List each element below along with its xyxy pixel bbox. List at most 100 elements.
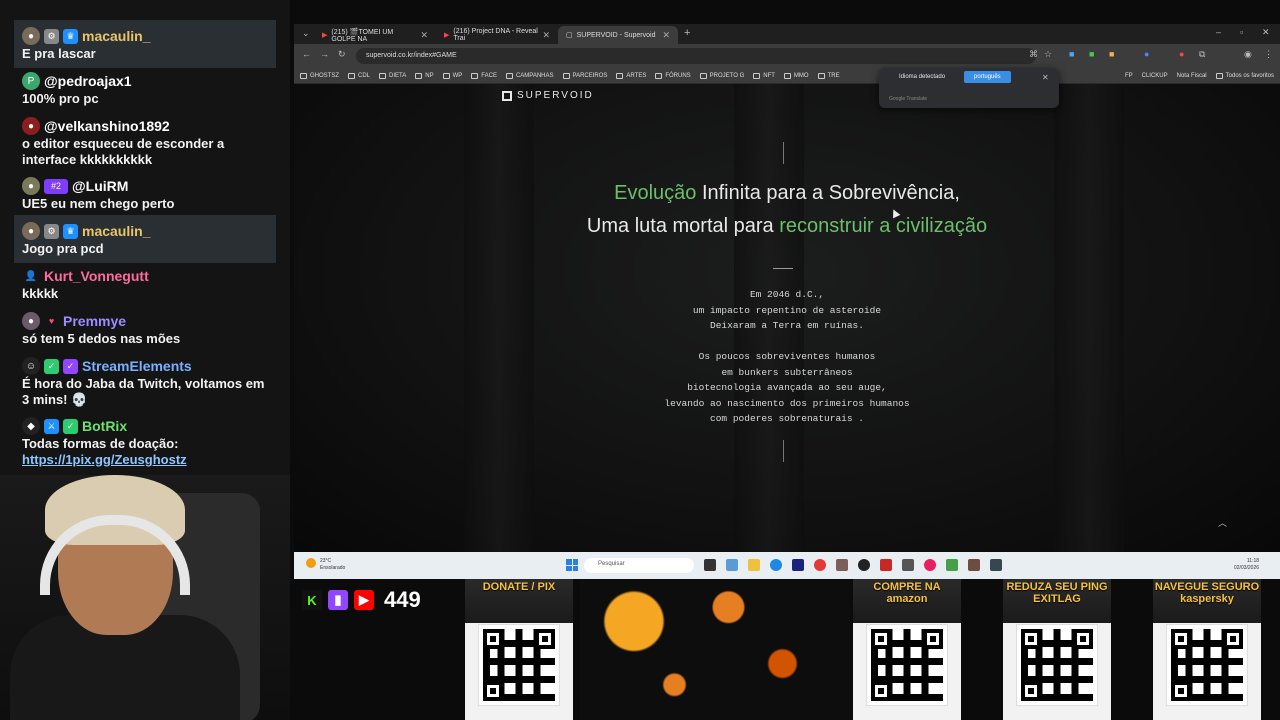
chat-username[interactable]: BotRix (82, 418, 127, 434)
forward-icon[interactable]: → (320, 49, 329, 59)
translate-icon[interactable]: ⌘ (1029, 49, 1038, 60)
url-field[interactable]: supervoid.co.kr/index#GAME (356, 48, 1036, 64)
bookmark-item[interactable]: Nota Fiscal (1177, 73, 1207, 79)
avatar: P (22, 72, 40, 90)
folder-icon (753, 72, 761, 79)
panel-title: REDUZA SEU PING EXITLAG (1006, 581, 1108, 605)
tab-supervoid[interactable]: ▢ SUPERVOID - Supervoid ✕ (558, 26, 678, 44)
bookmark-item[interactable]: FP (1125, 73, 1133, 79)
task-view-icon[interactable] (704, 559, 716, 571)
tab-video-1[interactable]: ▶ (215) 🎬TOMEI UM GOLPE NA ✕ (314, 26, 436, 44)
tab-video-2[interactable]: ▶ (216) Project DNA - Reveal Trai ✕ (436, 26, 558, 44)
extension-icon[interactable]: ● (1144, 49, 1149, 59)
extensions-icon[interactable]: ⧉ (1199, 49, 1205, 60)
paint-splash-art (580, 579, 850, 720)
extension-icon[interactable]: ■ (1109, 49, 1114, 59)
decorative-line (783, 440, 784, 462)
obs-icon[interactable] (858, 559, 870, 571)
chat-text: só tem 5 dedos nas mões (22, 331, 181, 346)
extension-icon[interactable]: ■ (1069, 49, 1074, 59)
back-icon[interactable]: ← (302, 49, 311, 59)
chat-message: 👤 Kurt_Vonnegutt kkkkk (14, 260, 276, 308)
check-badge-icon: ✓ (44, 358, 59, 374)
supervoid-page: SUPERVOID Evolução Infinita para a Sobre… (294, 84, 1280, 552)
bookmark-folder[interactable]: CAMPANHAS (505, 72, 554, 79)
chat-username[interactable]: macaulin_ (82, 28, 150, 44)
bookmark-folder[interactable]: PARCEIROS (562, 72, 607, 79)
bookmark-folder[interactable]: CDL (348, 72, 370, 79)
bookmark-folder[interactable]: NP (415, 72, 434, 79)
bookmark-folder[interactable]: DIETA (379, 72, 406, 79)
webcam-feed (0, 475, 290, 720)
chat-username[interactable]: macaulin_ (82, 223, 150, 239)
app-icon[interactable] (880, 559, 892, 571)
close-icon[interactable]: ✕ (542, 30, 550, 41)
translate-footer: Google Translate (889, 96, 928, 102)
tab-label: (215) 🎬TOMEI UM GOLPE NA (331, 28, 394, 43)
app-icon[interactable] (990, 559, 1002, 571)
chat-username[interactable]: StreamElements (82, 358, 192, 374)
extension-icon[interactable]: ■ (1089, 49, 1094, 59)
bookmarks-bar: GHOSTSZ CDL DIETA NP WP FACE CAMPANHAS P… (294, 68, 1280, 84)
translate-source-option[interactable]: Idioma detectado (899, 74, 945, 80)
photoshop-icon[interactable] (792, 559, 804, 571)
explorer-icon[interactable] (748, 559, 760, 571)
app-icon[interactable] (946, 559, 958, 571)
divider (773, 268, 793, 269)
close-icon[interactable]: ✕ (662, 30, 670, 41)
chat-username[interactable]: Kurt_Vonnegutt (44, 268, 149, 284)
gear-badge-icon: ⚙ (44, 28, 59, 44)
maximize-icon[interactable]: ▫ (1240, 27, 1243, 37)
heart-badge-icon: ♥ (48, 316, 55, 326)
menu-icon[interactable]: ⋮ (1264, 49, 1273, 60)
bookmark-folder[interactable]: WP (442, 72, 462, 79)
bookmark-folder[interactable]: GHOSTSZ (300, 72, 339, 79)
chat-text: Jogo pra pcd (22, 241, 104, 256)
taskbar-clock[interactable]: 11:18 02/03/2026 (1234, 558, 1259, 572)
bookmark-folder[interactable]: FACE (471, 72, 497, 79)
chat-username[interactable]: @pedroajax1 (44, 73, 132, 89)
translate-target-option[interactable]: português (964, 71, 1011, 83)
new-tab-icon[interactable]: + (684, 27, 690, 39)
taskbar-search[interactable]: Pesquisar (584, 558, 694, 573)
logo-mark-icon (502, 90, 512, 101)
close-icon[interactable]: ✕ (420, 30, 428, 41)
app-icon[interactable] (902, 559, 914, 571)
bookmark-folder[interactable]: PROJETO G (699, 72, 744, 79)
app-icon[interactable] (726, 559, 738, 571)
bookmark-folder[interactable]: MMO (783, 72, 809, 79)
youtube-icon: ▶ (444, 32, 450, 39)
chat-username[interactable]: @LuiRM (72, 178, 128, 194)
avatar: ☺ (22, 357, 40, 375)
bookmark-item[interactable]: CLICKUP (1142, 73, 1168, 79)
minimize-icon[interactable]: – (1216, 27, 1221, 37)
app-icon[interactable] (836, 559, 848, 571)
window-close-icon[interactable]: ✕ (1262, 27, 1270, 38)
profile-icon[interactable]: ◉ (1244, 49, 1252, 60)
edge-icon[interactable] (770, 559, 782, 571)
chat-text: Todas formas de doação: (22, 436, 179, 451)
chat-message: ● ⚙ ♛ macaulin_ Jogo pra pcd (14, 215, 276, 263)
supervoid-logo[interactable]: SUPERVOID (502, 90, 594, 101)
chat-username[interactable]: Premmye (63, 313, 126, 329)
app-icon[interactable] (968, 559, 980, 571)
folder-icon (1215, 72, 1223, 79)
chrome-icon[interactable] (814, 559, 826, 571)
donation-link[interactable]: https://1pix.gg/Zeusghostz (22, 452, 187, 467)
scroll-top-icon[interactable]: ︿ (1218, 516, 1227, 529)
extension-icon[interactable]: ● (1179, 49, 1184, 59)
folder-icon (471, 72, 479, 79)
star-icon[interactable]: ☆ (1044, 49, 1052, 60)
bookmark-folder[interactable]: NFT (753, 72, 775, 79)
start-icon[interactable] (566, 559, 578, 571)
reload-icon[interactable]: ↻ (338, 49, 346, 60)
chat-username[interactable]: @velkanshino1892 (44, 118, 170, 134)
app-icon[interactable] (924, 559, 936, 571)
bookmark-folder[interactable]: FÓRUNS (655, 72, 691, 79)
close-icon[interactable]: ✕ (1042, 73, 1049, 82)
bookmark-folder[interactable]: ARTES (616, 72, 646, 79)
bookmark-folder[interactable]: TRE (817, 72, 840, 79)
bookmark-item[interactable]: Todos os favoritos (1215, 72, 1274, 79)
panel-title: COMPRE NA amazon (873, 581, 941, 605)
tab-menu-icon[interactable]: ⌄ (302, 28, 310, 39)
